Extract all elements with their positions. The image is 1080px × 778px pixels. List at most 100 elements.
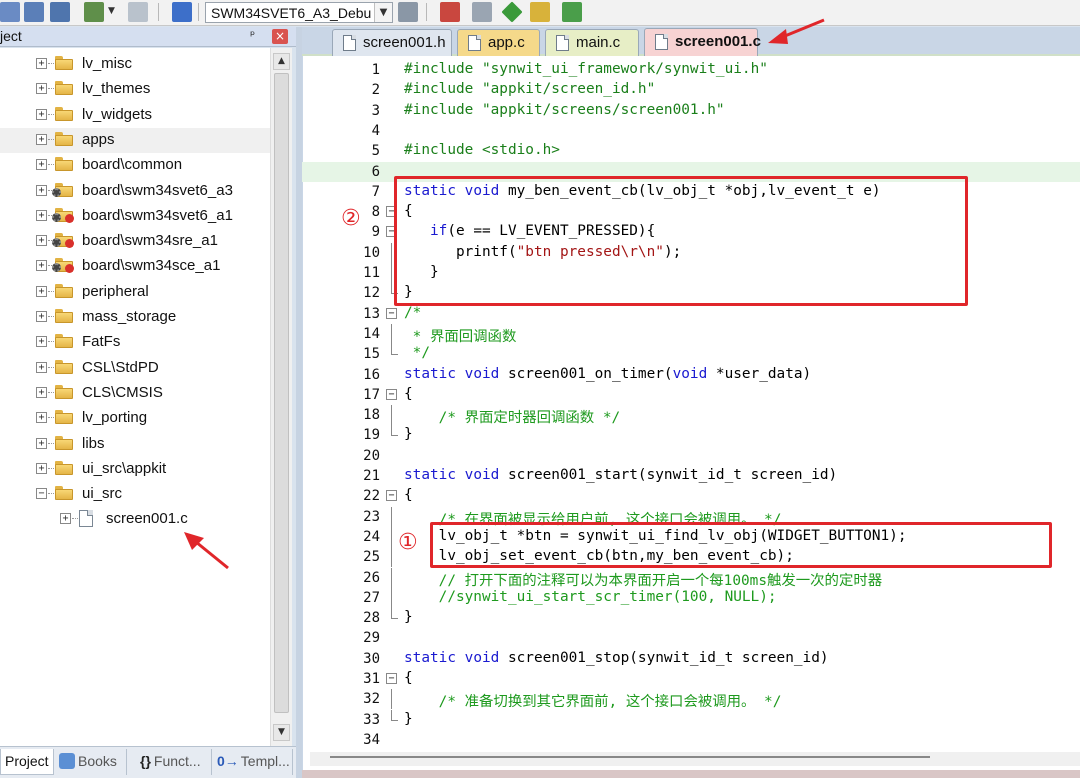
tree-folder-item[interactable]: + apps — [0, 127, 270, 153]
tab-functions[interactable]: {} Funct... — [128, 749, 212, 775]
layers-icon[interactable] — [84, 2, 104, 22]
fold-toggle-icon[interactable]: − — [386, 490, 397, 502]
tree-folder-item[interactable]: − ui_src — [0, 482, 270, 507]
scroll-up-icon[interactable]: ▲ — [273, 53, 290, 70]
fold-end-guide — [391, 425, 398, 437]
expand-icon[interactable]: + — [60, 513, 71, 525]
expand-icon[interactable]: + — [36, 285, 47, 297]
tree-folder-item[interactable]: + lv_porting — [0, 406, 270, 431]
tree-folder-item[interactable]: + lv_themes — [0, 77, 270, 102]
expand-icon[interactable]: + — [36, 437, 47, 449]
code-line: 5 #include <stdio.h> — [302, 141, 1080, 161]
code-text: #include "appkit/screen_id.h" — [404, 81, 656, 98]
tab-templates[interactable]: 0→ Templ... — [213, 749, 293, 775]
folder-icon — [55, 283, 73, 298]
scroll-thumb[interactable] — [274, 73, 289, 713]
editor-tab[interactable]: app.c — [457, 29, 540, 56]
expand-icon[interactable]: + — [36, 108, 47, 120]
diamond-icon[interactable] — [501, 1, 523, 23]
expand-icon[interactable]: + — [36, 386, 47, 398]
download-icon[interactable] — [24, 2, 44, 22]
tree-folder-item[interactable]: + libs — [0, 432, 270, 457]
code-line: 34 — [302, 730, 1080, 750]
line-number: 33 — [363, 711, 380, 728]
tree-item-label: ui_src — [82, 485, 123, 503]
expand-icon[interactable]: + — [36, 209, 47, 221]
scroll-down-icon[interactable]: ▼ — [273, 724, 290, 741]
tab-templates-label: Templ... — [240, 753, 290, 769]
toolbar-separator — [158, 3, 159, 21]
target-select[interactable]: SWM34SVET6_A3_Debug ▼ — [205, 2, 393, 23]
expand-icon[interactable]: + — [36, 336, 47, 348]
expand-icon[interactable]: + — [36, 412, 47, 424]
collapse-icon[interactable]: − — [36, 488, 47, 500]
editor-horizontal-scrollbar[interactable] — [310, 752, 1080, 766]
file-icon — [655, 34, 668, 50]
code-line: 13−/* — [302, 304, 1080, 324]
expand-icon[interactable]: + — [36, 184, 47, 196]
load-arrow-icon[interactable] — [172, 2, 192, 22]
expand-icon[interactable]: + — [36, 260, 47, 272]
line-number: 13 — [363, 305, 380, 322]
line-number: 4 — [371, 122, 380, 139]
load-icon[interactable] — [0, 2, 20, 22]
chevron-down-icon[interactable]: ▼ — [108, 6, 115, 16]
chevron-down-icon[interactable]: ▼ — [374, 3, 392, 22]
tree-connector — [48, 63, 54, 64]
tree-folder-item[interactable]: + lv_widgets — [0, 103, 270, 128]
pack-installer-icon[interactable] — [472, 2, 492, 22]
tag-icon[interactable] — [530, 2, 550, 22]
tree-folder-item[interactable]: + board\common — [0, 153, 270, 178]
expand-icon[interactable]: + — [36, 235, 47, 247]
tree-folder-item[interactable]: + CLS\CMSIS — [0, 381, 270, 406]
tree-folder-item[interactable]: + mass_storage — [0, 305, 270, 330]
editor-tab[interactable]: screen001.h — [332, 29, 452, 56]
expand-icon[interactable]: + — [36, 462, 47, 474]
fold-toggle-icon[interactable]: − — [386, 673, 397, 684]
code-line: 31−{ — [302, 669, 1080, 689]
tab-project[interactable]: Project — [0, 749, 54, 775]
tree-folder-item[interactable]: + peripheral — [0, 280, 270, 305]
batch-build-icon[interactable] — [50, 2, 70, 22]
tree-folder-item[interactable]: + board\swm34sce_a1 — [0, 254, 270, 279]
wand-icon[interactable] — [398, 2, 418, 22]
expand-icon[interactable]: + — [36, 159, 47, 171]
hscroll-thumb[interactable] — [330, 756, 930, 758]
tree-folder-item[interactable]: + board\swm34svet6_a1 — [0, 204, 270, 229]
expand-icon[interactable]: + — [36, 58, 47, 69]
manage-components-icon[interactable] — [440, 2, 460, 22]
fold-end-guide — [391, 344, 398, 356]
toolbar-separator — [426, 3, 427, 21]
code-text: // 打开下面的注释可以为本界面开启一个每100ms触发一次的定时器 — [404, 572, 883, 589]
pin-icon[interactable]: ᵖ — [250, 28, 255, 42]
tree-item-label: board\swm34sce_a1 — [82, 257, 221, 275]
line-number: 18 — [363, 407, 380, 424]
code-line: 33} — [302, 709, 1080, 730]
code-text: */ — [404, 345, 430, 362]
fold-toggle-icon[interactable]: − — [386, 307, 397, 319]
tree-folder-item[interactable]: + board\swm34svet6_a3 — [0, 179, 270, 204]
fold-guide — [391, 323, 392, 344]
editor-tab[interactable]: screen001.c — [644, 28, 761, 57]
editor-tab[interactable]: main.c — [545, 29, 639, 56]
tree-folder-item[interactable]: + FatFs — [0, 330, 270, 355]
fold-toggle-icon[interactable]: − — [386, 388, 397, 400]
code-line: 19} — [302, 425, 1080, 445]
line-number: 7 — [371, 183, 380, 200]
expand-icon[interactable]: + — [36, 311, 47, 322]
grid-icon[interactable] — [562, 2, 582, 22]
books-icon — [59, 753, 75, 769]
tree-connector — [48, 138, 54, 140]
target-options-icon[interactable] — [128, 2, 148, 22]
close-icon[interactable]: × — [272, 29, 288, 44]
tree-folder-item[interactable]: + lv_misc — [0, 52, 270, 77]
project-scrollbar[interactable]: ▲ ▼ — [270, 48, 292, 746]
tab-books[interactable]: Books — [55, 749, 127, 775]
expand-icon[interactable]: + — [36, 83, 47, 95]
expand-icon[interactable]: + — [36, 361, 47, 373]
line-number: 16 — [363, 366, 380, 383]
tree-folder-item[interactable]: + ui_src\appkit — [0, 457, 270, 482]
tree-folder-item[interactable]: + board\swm34sre_a1 — [0, 229, 270, 254]
expand-icon[interactable]: + — [36, 133, 47, 145]
tree-folder-item[interactable]: + CSL\StdPD — [0, 356, 270, 381]
